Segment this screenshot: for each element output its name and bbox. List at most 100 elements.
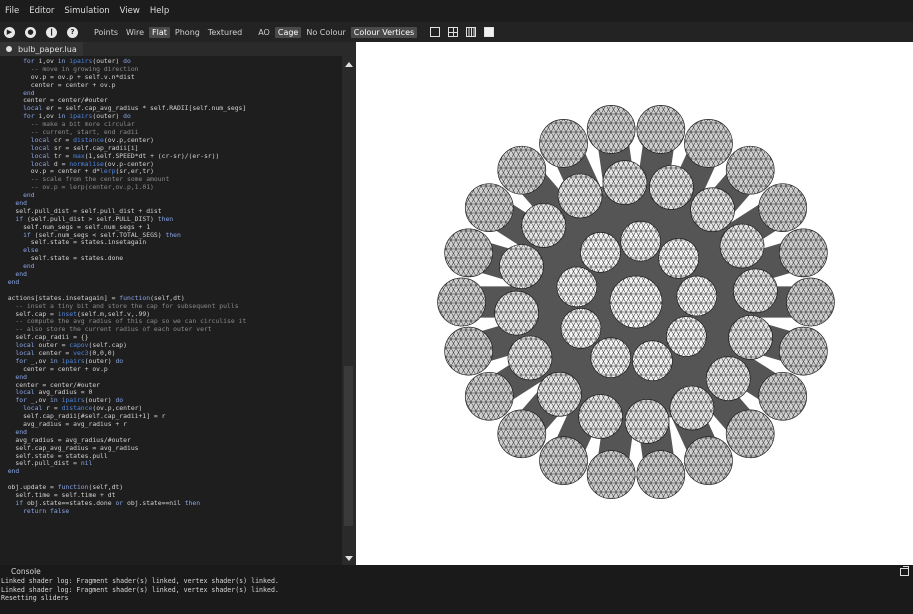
- code-token: end: [0, 427, 27, 436]
- code-token: inset: [57, 309, 77, 318]
- render-mode-wire[interactable]: Wire: [123, 27, 147, 38]
- code-token: end: [0, 277, 20, 286]
- code-token: i,ov: [38, 112, 58, 121]
- code-token: obj.update =: [0, 483, 58, 492]
- code-line: center = center + ov.p: [0, 80, 342, 90]
- code-token: r =: [46, 404, 62, 413]
- code-token: in: [57, 57, 70, 65]
- code-token: -- move in growing direction: [0, 64, 139, 73]
- render-mode-phong[interactable]: Phong: [172, 27, 203, 38]
- code-token: avg_radius = avg_radius/#outer: [0, 435, 131, 444]
- code-token: self.pull_dist =: [0, 459, 81, 468]
- code-token: -- scale from the center some amount: [0, 175, 170, 184]
- code-token: ipairs: [61, 396, 85, 405]
- code-token: if: [0, 230, 35, 239]
- code-token: end: [0, 191, 35, 200]
- code-token: nil: [80, 459, 93, 468]
- scroll-down-icon[interactable]: [345, 556, 353, 561]
- code-token: capov: [69, 341, 89, 350]
- render-mode-points[interactable]: Points: [91, 27, 121, 38]
- code-token: ipairs: [69, 57, 93, 65]
- code-token: self.state = states.insetagain: [0, 238, 147, 247]
- code-token: ov.p = center + d*: [0, 167, 101, 176]
- code-token: self.cap_radii = {}: [0, 333, 89, 342]
- code-token: -- ov.p = lerp(center,ov.p,1.01): [0, 183, 154, 192]
- menu-help[interactable]: Help: [145, 0, 174, 22]
- scroll-up-icon[interactable]: [345, 62, 353, 67]
- menu-file[interactable]: File: [0, 0, 24, 22]
- code-token: center = center + ov.p: [0, 80, 116, 89]
- code-token: do: [123, 57, 131, 65]
- code-token: obj.state==states.done: [26, 498, 116, 507]
- 3d-viewport[interactable]: [356, 42, 913, 565]
- tab-bulb-paper[interactable]: bulb_paper.lua: [0, 42, 83, 56]
- code-token: actions[states.insetagain] =: [0, 293, 120, 302]
- code-token: in: [50, 356, 62, 365]
- code-token: d =: [53, 159, 70, 168]
- code-line: end: [0, 191, 342, 200]
- cage-toggle[interactable]: Cage: [274, 26, 302, 38]
- render-mode-flat[interactable]: Flat: [149, 26, 170, 38]
- code-token: -- inset a tiny bit and store the cap fo…: [0, 301, 239, 310]
- code-token: (self.pull_dist > self.PULL_DIST): [26, 214, 158, 223]
- help-button[interactable]: ?: [67, 26, 78, 38]
- code-token: tr =: [53, 151, 74, 160]
- code-line: -- ov.p = lerp(center,ov.p,1.01): [0, 183, 342, 192]
- render-mode-textured[interactable]: Textured: [205, 27, 245, 38]
- code-token: (ov.p,center): [103, 135, 154, 144]
- mesh-body: [437, 105, 835, 499]
- code-token: -- make a bit more circular: [0, 120, 135, 129]
- console-output: Linked shader log: Fragment shader(s) li…: [0, 577, 279, 603]
- filled-view-icon[interactable]: [484, 27, 495, 37]
- code-token: for: [0, 57, 39, 65]
- code-token: (outer): [92, 112, 124, 121]
- single-view-icon[interactable]: [430, 27, 441, 37]
- code-token: end: [0, 199, 27, 208]
- code-token: local: [0, 135, 54, 144]
- code-token: self.time = self.time + dt: [0, 490, 116, 499]
- code-token: end: [0, 88, 35, 97]
- code-token: max: [73, 151, 85, 160]
- code-token: cr =: [53, 135, 74, 144]
- editor-scrollbar[interactable]: [342, 56, 356, 565]
- menu-simulation[interactable]: Simulation: [59, 0, 114, 22]
- code-token: (outer): [92, 57, 124, 65]
- colour-mode-colour-vertices[interactable]: Colour Vertices: [350, 26, 418, 38]
- undock-icon[interactable]: [900, 566, 909, 576]
- code-token: self.pull_dist = self.pull_dist + dist: [0, 206, 162, 215]
- console-line: Linked shader log: Fragment shader(s) li…: [1, 577, 279, 585]
- code-token: do: [115, 356, 124, 365]
- colour-mode-no-colour[interactable]: No Colour: [303, 27, 348, 38]
- code-token: -- current, start, end radii: [0, 128, 139, 137]
- code-token: -- compute the avg radius of this cap so…: [0, 317, 247, 326]
- record-button[interactable]: ●: [25, 26, 36, 38]
- code-token: for: [0, 396, 31, 405]
- code-token: end: [0, 467, 20, 476]
- menu-editor[interactable]: Editor: [24, 0, 59, 22]
- code-token: or: [115, 498, 127, 507]
- code-token: (self,dt): [150, 293, 185, 302]
- code-text[interactable]: for i,ov in ipairs(outer) do -- move in …: [0, 56, 342, 516]
- code-token: if: [0, 214, 27, 223]
- menu-view[interactable]: View: [115, 0, 145, 22]
- play-button[interactable]: ▶: [4, 26, 15, 38]
- code-token: (self.num_segs < self.TOTAL_SEGS): [34, 230, 166, 239]
- ao-toggle[interactable]: AO: [255, 27, 273, 38]
- code-token: self.state = states.pull: [0, 451, 108, 460]
- code-token: distance: [61, 404, 93, 413]
- code-token: end: [0, 262, 35, 271]
- code-editor[interactable]: for i,ov in ipairs(outer) do -- move in …: [0, 56, 342, 565]
- quad-view-icon[interactable]: [448, 27, 459, 37]
- grid-view-icon[interactable]: [466, 27, 477, 37]
- code-line: center = center + ov.p: [0, 365, 342, 374]
- virus-mesh-render[interactable]: [356, 42, 913, 565]
- scroll-thumb[interactable]: [344, 366, 353, 526]
- code-line: self.state = states.done: [0, 254, 342, 263]
- console-panel: Console Linked shader log: Fragment shad…: [0, 565, 913, 614]
- code-token: lerp: [100, 167, 116, 176]
- code-token: self.cap_avg_radius = avg_radius: [0, 443, 139, 452]
- code-token: (outer): [84, 396, 116, 405]
- code-token: i,ov: [38, 57, 58, 65]
- code-token: then: [165, 230, 181, 239]
- pause-button[interactable]: ❙: [46, 26, 57, 38]
